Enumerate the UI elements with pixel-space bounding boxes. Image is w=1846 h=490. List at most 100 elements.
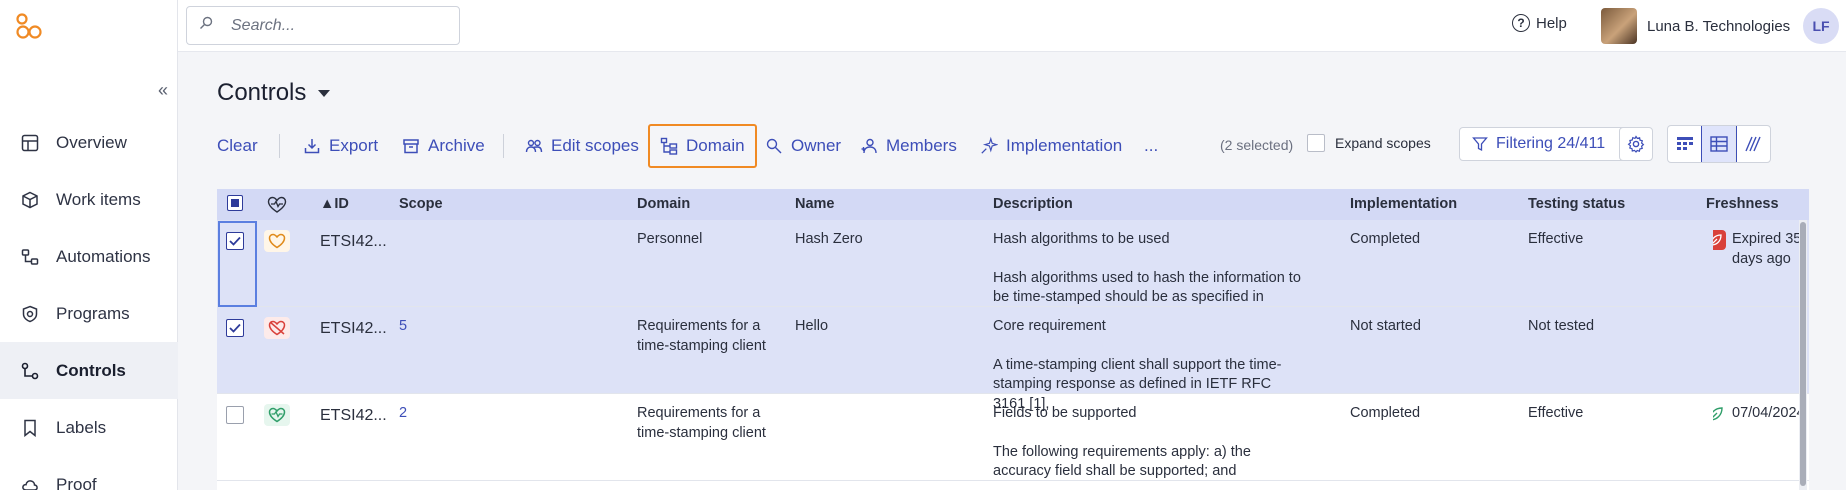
- caret-down-icon: [318, 89, 331, 97]
- export-button[interactable]: Export: [303, 124, 378, 168]
- control-implementation: Completed: [1350, 405, 1421, 421]
- filter-button[interactable]: Filtering 24/411 ×: [1459, 127, 1641, 161]
- control-name: Hash Zero: [795, 231, 863, 247]
- expand-scopes-label: Expand scopes: [1335, 135, 1431, 151]
- control-id[interactable]: ETSI42...: [320, 232, 387, 252]
- organization-switcher[interactable]: Luna B. Technologies: [1601, 8, 1790, 44]
- clear-label: Clear: [217, 136, 258, 155]
- domain-label: Domain: [686, 136, 745, 155]
- sidebar-item-automations[interactable]: Automations: [0, 228, 178, 285]
- health-column-icon[interactable]: [267, 196, 287, 219]
- check-icon: [229, 323, 241, 333]
- column-header-scope[interactable]: Scope: [399, 196, 443, 212]
- toolbar-divider: [279, 134, 280, 158]
- column-header-id[interactable]: ▲ID: [320, 196, 349, 212]
- sidebar-item-programs[interactable]: Programs: [0, 285, 178, 342]
- control-domain: Requirements for a time-stamping client: [637, 405, 766, 441]
- page-title-dropdown[interactable]: Controls: [217, 79, 331, 107]
- app-logo-icon[interactable]: [14, 12, 44, 42]
- description-title: Hash algorithms to be used: [993, 231, 1170, 247]
- automation-icon: [20, 247, 40, 267]
- members-button[interactable]: Members: [860, 124, 957, 168]
- column-header-implementation[interactable]: Implementation: [1350, 196, 1457, 212]
- control-implementation: Completed: [1350, 231, 1421, 247]
- implementation-button[interactable]: Implementation: [980, 124, 1122, 168]
- edit-scopes-button[interactable]: Edit scopes: [525, 124, 639, 168]
- table-row[interactable]: ETSI42... Personnel Hash Zero Hash algor…: [217, 220, 1809, 325]
- sidebar-item-proof[interactable]: Proof: [0, 456, 178, 490]
- control-scope[interactable]: 2: [399, 404, 407, 424]
- description-body: The following requirements apply: a) the…: [993, 443, 1251, 480]
- select-all-checkbox[interactable]: [227, 195, 243, 211]
- sidebar-item-work-items[interactable]: Work items: [0, 171, 178, 228]
- toolbar-divider: [503, 134, 504, 158]
- search-input[interactable]: [231, 16, 441, 35]
- organization-name: Luna B. Technologies: [1647, 17, 1791, 35]
- table-settings-button[interactable]: [1619, 127, 1653, 161]
- control-description: Fields to be supported The following req…: [993, 404, 1303, 482]
- sidebar-item-labels[interactable]: Labels: [0, 399, 178, 456]
- sidebar-item-label: Labels: [56, 417, 107, 437]
- sidebar: « Overview Work items Automations Progra…: [0, 0, 178, 490]
- more-actions-button[interactable]: ...: [1144, 124, 1158, 168]
- control-name: Hello: [795, 318, 829, 334]
- more-label: ...: [1144, 136, 1159, 155]
- column-header-description[interactable]: Description: [993, 196, 1073, 212]
- column-header-freshness[interactable]: Freshness: [1706, 196, 1779, 212]
- help-button[interactable]: ? Help: [1512, 14, 1567, 32]
- implementation-label: Implementation: [1006, 136, 1123, 155]
- collapse-sidebar-button[interactable]: «: [158, 80, 168, 101]
- scrollbar-thumb[interactable]: [1800, 222, 1806, 486]
- organization-avatar: [1601, 8, 1637, 44]
- row-checkbox[interactable]: [226, 406, 244, 424]
- freshness-text: Expired 35 days ago: [1732, 231, 1799, 267]
- table-scrollbar[interactable]: [1799, 220, 1807, 490]
- column-header-testing-status[interactable]: Testing status: [1528, 196, 1625, 212]
- table-row[interactable]: ETSI42... 5 Requirements for a time-stam…: [217, 307, 1809, 412]
- top-bar: ? Help Luna B. Technologies LF: [178, 0, 1846, 52]
- page-title: Controls: [217, 79, 307, 106]
- expand-scopes-toggle[interactable]: Expand scopes: [1307, 134, 1431, 152]
- row-checkbox[interactable]: [226, 232, 244, 250]
- table-header: ▲ID Scope Domain Name Description Implem…: [217, 189, 1809, 220]
- broken-heart-icon: [264, 317, 290, 339]
- control-scope[interactable]: 5: [399, 317, 407, 337]
- expand-scopes-checkbox[interactable]: [1307, 134, 1325, 152]
- filter-icon: [1472, 136, 1488, 152]
- owner-button[interactable]: Owner: [765, 124, 841, 168]
- description-title: Core requirement: [993, 318, 1106, 334]
- control-implementation: Not started: [1350, 318, 1421, 334]
- controls-icon: [20, 361, 40, 381]
- domain-button[interactable]: Domain: [648, 124, 757, 168]
- people-icon: [525, 137, 543, 155]
- user-avatar[interactable]: LF: [1803, 8, 1839, 44]
- column-header-domain[interactable]: Domain: [637, 196, 690, 212]
- sidebar-item-label: Overview: [56, 132, 127, 152]
- diagonal-lines-icon: [1744, 136, 1762, 152]
- grid-view-icon: [1676, 136, 1694, 152]
- timeline-view-button[interactable]: [1736, 126, 1770, 162]
- search-box[interactable]: [186, 6, 460, 45]
- control-testing-status: Effective: [1528, 405, 1584, 421]
- row-checkbox[interactable]: [226, 319, 244, 337]
- control-id[interactable]: ETSI42...: [320, 406, 387, 426]
- sidebar-item-overview[interactable]: Overview: [0, 114, 178, 171]
- control-id[interactable]: ETSI42...: [320, 319, 387, 339]
- owner-icon: [765, 137, 783, 155]
- heartbeat-icon: [264, 404, 290, 426]
- grid-view-button[interactable]: [1668, 126, 1702, 162]
- sidebar-item-label: Work items: [56, 189, 141, 209]
- sidebar-item-controls[interactable]: Controls: [0, 342, 178, 399]
- sidebar-item-label: Programs: [56, 303, 130, 323]
- table-view-button[interactable]: [1701, 126, 1737, 162]
- gear-icon: [1627, 135, 1645, 153]
- check-icon: [229, 236, 241, 246]
- table-row[interactable]: ETSI42... 2 Requirements for a time-stam…: [217, 394, 1809, 481]
- export-icon: [303, 137, 321, 155]
- archive-button[interactable]: Archive: [402, 124, 485, 168]
- freshness-cell: 07/04/2024: [1713, 404, 1799, 424]
- table-view-icon: [1709, 136, 1728, 152]
- bookmark-icon: [20, 418, 40, 438]
- column-header-name[interactable]: Name: [795, 196, 835, 212]
- clear-button[interactable]: Clear: [217, 124, 258, 168]
